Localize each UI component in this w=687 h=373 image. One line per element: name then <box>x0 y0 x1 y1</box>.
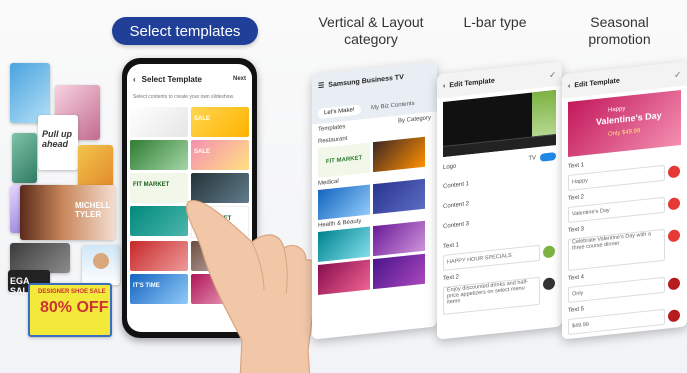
valentine-banner: Happy Valentine's Day Only $49.99 <box>568 90 681 157</box>
collage-tile-designer-sale: DESIGNER SHOE SALE 80% OFF <box>28 283 112 337</box>
template-cell[interactable]: SALE <box>191 140 249 170</box>
lbar-title: Edit Template <box>449 77 495 89</box>
check-icon[interactable]: ✓ <box>549 70 556 80</box>
banner-line2: Valentine's Day <box>596 110 662 127</box>
designer-sale-text: DESIGNER SHOE SALE <box>38 289 106 295</box>
color-swatch[interactable] <box>668 309 680 323</box>
back-arrow-icon[interactable]: ‹ <box>443 82 445 89</box>
template-thumb[interactable] <box>318 226 370 262</box>
template-thumb[interactable] <box>373 253 425 290</box>
phone-subtitle: Select contents to create your own slide… <box>133 94 235 100</box>
banner-price: Only $49.99 <box>608 128 641 138</box>
color-swatch[interactable] <box>668 229 680 243</box>
lbar-type-title: L-bar type <box>463 14 527 30</box>
collage-tile <box>12 133 37 183</box>
seasonal-screen: ‹ Edit Template ✓ Happy Valentine's Day … <box>562 61 687 340</box>
back-arrow-icon[interactable]: ‹ <box>133 75 136 84</box>
stage: Select templates Vertical & Layout categ… <box>0 0 687 373</box>
tv-label: TV <box>528 155 536 162</box>
color-swatch[interactable] <box>668 165 680 179</box>
phone-header: ‹ Select Template Next <box>127 64 252 94</box>
lbar-preview <box>443 90 556 157</box>
template-thumb[interactable] <box>373 220 425 257</box>
vertical-layout-screen: ☰ Samsung Business TV Let's Make! My Biz… <box>312 61 437 340</box>
color-swatch[interactable] <box>543 277 555 291</box>
michelle-tyler-text: MICHELL TYLER <box>75 201 111 219</box>
template-cell[interactable] <box>130 140 188 170</box>
person-avatar-icon <box>93 253 109 269</box>
menu-icon[interactable]: ☰ <box>318 81 324 90</box>
lbar-screen: ‹ Edit Template ✓ Logo TV Content 1 Cont… <box>437 61 562 340</box>
next-button[interactable]: Next <box>233 76 246 82</box>
collage-tile <box>10 63 50 123</box>
collage-tile-pullup: Pull up ahead <box>38 115 78 170</box>
seasonal-promotion-title: Seasonal promotion <box>588 14 651 47</box>
template-thumb[interactable] <box>318 184 370 220</box>
check-icon[interactable]: ✓ <box>674 70 681 80</box>
off-text: 80% OFF <box>40 299 109 316</box>
collage-tile <box>82 245 120 285</box>
collage-tile <box>78 145 113 187</box>
vertical-app-title: Samsung Business TV <box>328 73 404 89</box>
template-thumb[interactable] <box>373 178 425 215</box>
pullup-text: Pull up ahead <box>42 129 72 149</box>
templates-label: Templates <box>318 124 346 133</box>
back-arrow-icon[interactable]: ‹ <box>568 82 570 89</box>
template-cell[interactable]: SALE <box>191 107 249 137</box>
sort-dropdown[interactable]: By Category <box>398 115 431 124</box>
color-swatch[interactable] <box>668 197 680 211</box>
collage-tile-michelle: MICHELL TYLER <box>20 185 115 240</box>
phone-title: Select Template <box>141 74 202 84</box>
tab-my-biz-contents[interactable]: My Biz Contents <box>365 98 421 114</box>
collage-tile <box>10 243 70 273</box>
tv-toggle[interactable] <box>540 152 556 162</box>
template-thumb[interactable] <box>318 259 370 295</box>
template-thumb[interactable]: FIT MARKET <box>318 142 370 178</box>
color-swatch[interactable] <box>668 277 680 291</box>
template-cell[interactable] <box>130 107 188 137</box>
pointing-hand-icon <box>186 199 319 373</box>
logo-label: Logo <box>443 163 457 171</box>
vertical-layout-title: Vertical & Layout category <box>318 14 424 47</box>
banner-line1: Happy <box>608 105 626 114</box>
seasonal-title: Edit Template <box>574 77 620 89</box>
tab-lets-make[interactable]: Let's Make! <box>318 104 361 119</box>
color-swatch[interactable] <box>543 245 555 259</box>
select-templates-pill[interactable]: Select templates <box>112 17 258 45</box>
template-thumb[interactable] <box>373 136 425 173</box>
